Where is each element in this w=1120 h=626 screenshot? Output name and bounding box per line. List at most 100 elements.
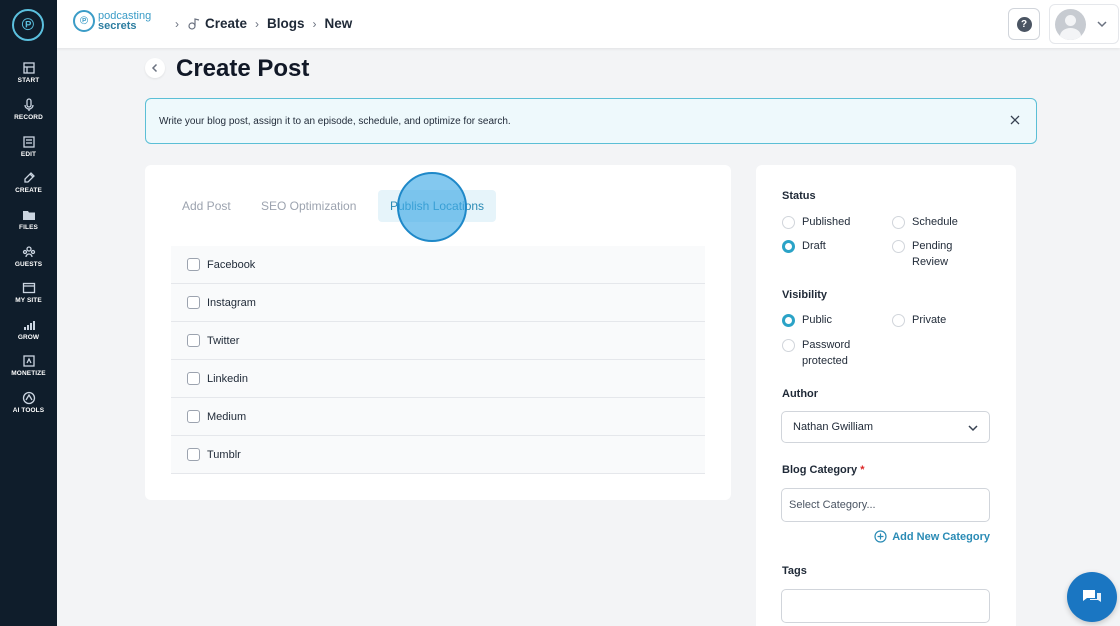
page-title: Create Post (176, 55, 310, 82)
location-facebook[interactable]: Facebook (171, 246, 705, 284)
radio-pending-review[interactable] (892, 240, 905, 253)
tags-label: Tags (782, 565, 807, 577)
status-draft-option[interactable]: Draft (782, 240, 826, 254)
location-label: Instagram (207, 296, 256, 309)
radio-private[interactable] (892, 314, 905, 327)
radio-label: Published (802, 216, 851, 228)
radio-label: Password protected (802, 339, 851, 367)
sidebar-item-label: EDIT (20, 151, 37, 158)
chevron-down-icon (968, 425, 978, 432)
create-icon (188, 17, 200, 30)
chat-support-button[interactable] (1067, 572, 1117, 622)
brand-mark-icon: ℗ (73, 10, 95, 32)
status-pending-review-option[interactable]: Pending Review (892, 240, 972, 270)
tab-seo-optimization[interactable]: SEO Optimization (249, 190, 368, 222)
sidebar-item-edit[interactable]: EDIT (0, 135, 57, 171)
sidebar-item-label: GROW (17, 334, 40, 341)
help-icon: ? (1016, 16, 1032, 32)
back-button[interactable] (145, 58, 165, 78)
sidebar-item-grow[interactable]: GROW (0, 318, 57, 354)
tab-add-post[interactable]: Add Post (170, 190, 243, 222)
facebook-checkbox[interactable] (187, 258, 200, 271)
files-icon (22, 211, 35, 220)
visibility-password-option[interactable]: Password protected (782, 339, 872, 369)
microphone-icon (23, 98, 34, 111)
tags-input[interactable] (781, 589, 990, 623)
sidebar-item-create[interactable]: CREATE (0, 171, 57, 207)
user-menu-button[interactable] (1049, 4, 1119, 44)
location-label: Twitter (207, 334, 240, 347)
sidebar-item-files[interactable]: FILES (0, 208, 57, 244)
visibility-public-option[interactable]: Public (782, 314, 832, 328)
location-medium[interactable]: Medium (171, 398, 705, 436)
create-icon (23, 172, 35, 183)
sidebar-item-ai-tools[interactable]: AI TOOLS (0, 391, 57, 427)
top-bar: ℗ podcasting secrets › Create › Blogs › … (57, 0, 1120, 48)
author-select[interactable]: Nathan Gwilliam (781, 411, 990, 443)
chevron-right-icon: › (175, 16, 179, 31)
location-twitter[interactable]: Twitter (171, 322, 705, 360)
blog-category-input[interactable] (781, 488, 990, 522)
close-icon (1010, 115, 1020, 125)
status-published-option[interactable]: Published (782, 216, 850, 230)
breadcrumb-blogs[interactable]: Blogs (267, 16, 305, 31)
author-value: Nathan Gwilliam (793, 421, 874, 433)
location-tumblr[interactable]: Tumblr (171, 436, 705, 474)
info-banner: Write your blog post, assign it to an ep… (145, 98, 1037, 144)
radio-public[interactable] (782, 314, 795, 327)
guests-icon (22, 246, 35, 258)
sidebar-item-label: MONETIZE (11, 370, 46, 377)
close-banner-button[interactable] (1006, 111, 1024, 129)
radio-published[interactable] (782, 216, 795, 229)
required-marker: * (860, 464, 865, 476)
linkedin-checkbox[interactable] (187, 372, 200, 385)
radio-label: Schedule (912, 216, 958, 228)
sidebar-item-guests[interactable]: GUESTS (0, 245, 57, 281)
chevron-down-icon (1097, 21, 1107, 28)
instagram-checkbox[interactable] (187, 296, 200, 309)
add-new-category-label: Add New Category (892, 530, 990, 543)
breadcrumb-create[interactable]: Create (205, 16, 247, 31)
chevron-left-icon (151, 63, 158, 73)
sidebar-item-label: CREATE (15, 187, 42, 194)
location-label: Linkedin (207, 372, 248, 385)
sidebar-item-monetize[interactable]: MONETIZE (0, 354, 57, 390)
medium-checkbox[interactable] (187, 410, 200, 423)
start-icon (22, 62, 35, 74)
location-instagram[interactable]: Instagram (171, 284, 705, 322)
help-button[interactable]: ? (1008, 8, 1040, 40)
radio-label: Draft (802, 240, 826, 252)
tumblr-checkbox[interactable] (187, 448, 200, 461)
blog-category-label: Blog Category * (782, 464, 865, 476)
avatar (1055, 8, 1086, 40)
chevron-right-icon: › (312, 16, 317, 31)
radio-password-protected[interactable] (782, 339, 795, 352)
chevron-right-icon: › (255, 16, 260, 31)
radio-schedule[interactable] (892, 216, 905, 229)
visibility-private-option[interactable]: Private (892, 314, 946, 328)
author-label: Author (782, 388, 819, 400)
sidebar-item-label: START (17, 77, 40, 84)
sidebar-item-my-site[interactable]: MY SITE (0, 281, 57, 317)
grow-icon (23, 321, 35, 330)
location-linkedin[interactable]: Linkedin (171, 360, 705, 398)
sidebar-item-record[interactable]: RECORD (0, 98, 57, 134)
sidebar-item-start[interactable]: START (0, 61, 57, 97)
publish-locations-list: Facebook Instagram Twitter Linkedin Medi… (171, 246, 705, 474)
twitter-checkbox[interactable] (187, 334, 200, 347)
radio-label: Pending Review (912, 240, 953, 268)
app-logo[interactable]: ℗ (12, 9, 44, 41)
brand-logo[interactable]: ℗ podcasting secrets (73, 10, 151, 32)
banner-text: Write your blog post, assign it to an ep… (159, 116, 511, 127)
breadcrumb: › Create › Blogs › New (167, 16, 352, 31)
visibility-label: Visibility (782, 289, 828, 301)
status-label: Status (782, 190, 816, 202)
post-editor-card: Add Post SEO Optimization Publish Locati… (145, 165, 731, 500)
tab-publish-locations[interactable]: Publish Locations (378, 190, 497, 222)
breadcrumb-new: New (324, 16, 353, 31)
radio-draft[interactable] (782, 240, 795, 253)
radio-label: Private (912, 314, 947, 326)
sidebar-item-label: FILES (19, 224, 38, 231)
add-new-category-button[interactable]: Add New Category (874, 530, 990, 543)
status-schedule-option[interactable]: Schedule (892, 216, 958, 230)
